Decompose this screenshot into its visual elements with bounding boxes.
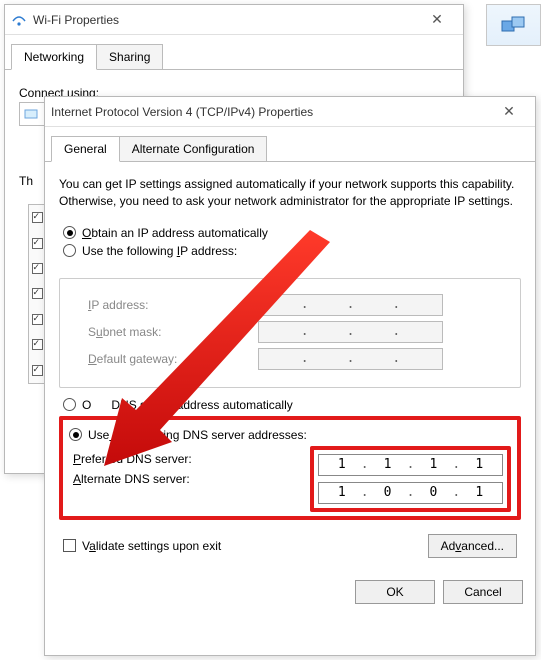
ip-address-input: ... [258, 294, 443, 316]
checkbox-icon [63, 539, 76, 552]
preferred-dns-label: Preferred DNS server: [73, 452, 253, 466]
ip-fields-group: IP address: ... Subnet mask: ... Default… [59, 278, 521, 388]
subnet-mask-label: Subnet mask: [88, 325, 258, 339]
radio-dns-auto-label: Obt DNS server address automatically [82, 398, 293, 412]
tab-general[interactable]: General [51, 136, 120, 162]
radio-ip-auto[interactable]: Obtain an IP address automatically [63, 226, 517, 240]
ipv4-properties-dialog: Internet Protocol Version 4 (TCP/IPv4) P… [44, 96, 536, 656]
radio-icon [63, 398, 76, 411]
wifi-properties-title: Wi-Fi Properties [33, 13, 119, 27]
alternate-dns-row: Alternate DNS server: [73, 472, 310, 486]
radio-icon [63, 244, 76, 257]
subnet-mask-input: ... [258, 321, 443, 343]
tab-alternate-config[interactable]: Alternate Configuration [119, 136, 268, 161]
preferred-dns-input[interactable]: 1. 1. 1. 1 [318, 454, 503, 476]
dialog-footer: OK Cancel [45, 568, 535, 616]
preferred-dns-row: Preferred DNS server: [73, 452, 310, 466]
radio-ip-manual-label: Use the following IP address: [82, 244, 237, 258]
close-button[interactable]: ✕ [489, 98, 529, 126]
wifi-tabs: Networking Sharing [5, 35, 463, 70]
advanced-button[interactable]: Advanced... [428, 534, 517, 558]
gateway-input: ... [258, 348, 443, 370]
ipv4-title: Internet Protocol Version 4 (TCP/IPv4) P… [51, 105, 313, 119]
radio-dns-manual[interactable]: Use the following DNS server addresses: [69, 428, 511, 442]
alternate-dns-input[interactable]: 1. 0. 0. 1 [318, 482, 503, 504]
dns-highlight-box: Use the following DNS server addresses: … [59, 416, 521, 520]
gateway-label: Default gateway: [88, 352, 258, 366]
taskbar-preview-fragment [486, 4, 541, 46]
radio-icon [63, 226, 76, 239]
radio-dns-auto[interactable]: Obt DNS server address automatically [63, 398, 517, 412]
radio-icon [69, 428, 82, 441]
gateway-row: Default gateway: ... [88, 348, 510, 370]
validate-label: Validate settings upon exit [82, 539, 221, 553]
radio-ip-auto-label: Obtain an IP address automatically [82, 226, 268, 240]
radio-ip-manual[interactable]: Use the following IP address: [63, 244, 517, 258]
ok-button[interactable]: OK [355, 580, 435, 604]
validate-checkbox[interactable]: Validate settings upon exit [63, 539, 221, 553]
subnet-mask-row: Subnet mask: ... [88, 321, 510, 343]
tab-sharing[interactable]: Sharing [96, 44, 163, 69]
wifi-icon [11, 12, 27, 28]
tab-networking[interactable]: Networking [11, 44, 97, 70]
dns-values-highlight-box: 1. 1. 1. 1 1. 0. 0. 1 [310, 446, 511, 512]
ip-address-label: IP address: [88, 298, 258, 312]
radio-dns-manual-label: Use the following DNS server addresses: [88, 428, 307, 442]
ip-address-row: IP address: ... [88, 294, 510, 316]
close-button[interactable]: ✕ [417, 6, 457, 34]
alternate-dns-label: Alternate DNS server: [73, 472, 253, 486]
wifi-properties-titlebar: Wi-Fi Properties ✕ [5, 5, 463, 35]
ipv4-tabs: General Alternate Configuration [45, 127, 535, 162]
description-text: You can get IP settings assigned automat… [59, 176, 521, 210]
ipv4-titlebar: Internet Protocol Version 4 (TCP/IPv4) P… [45, 97, 535, 127]
ip-address-group: Obtain an IP address automatically Use t… [59, 220, 521, 268]
cancel-button[interactable]: Cancel [443, 580, 523, 604]
